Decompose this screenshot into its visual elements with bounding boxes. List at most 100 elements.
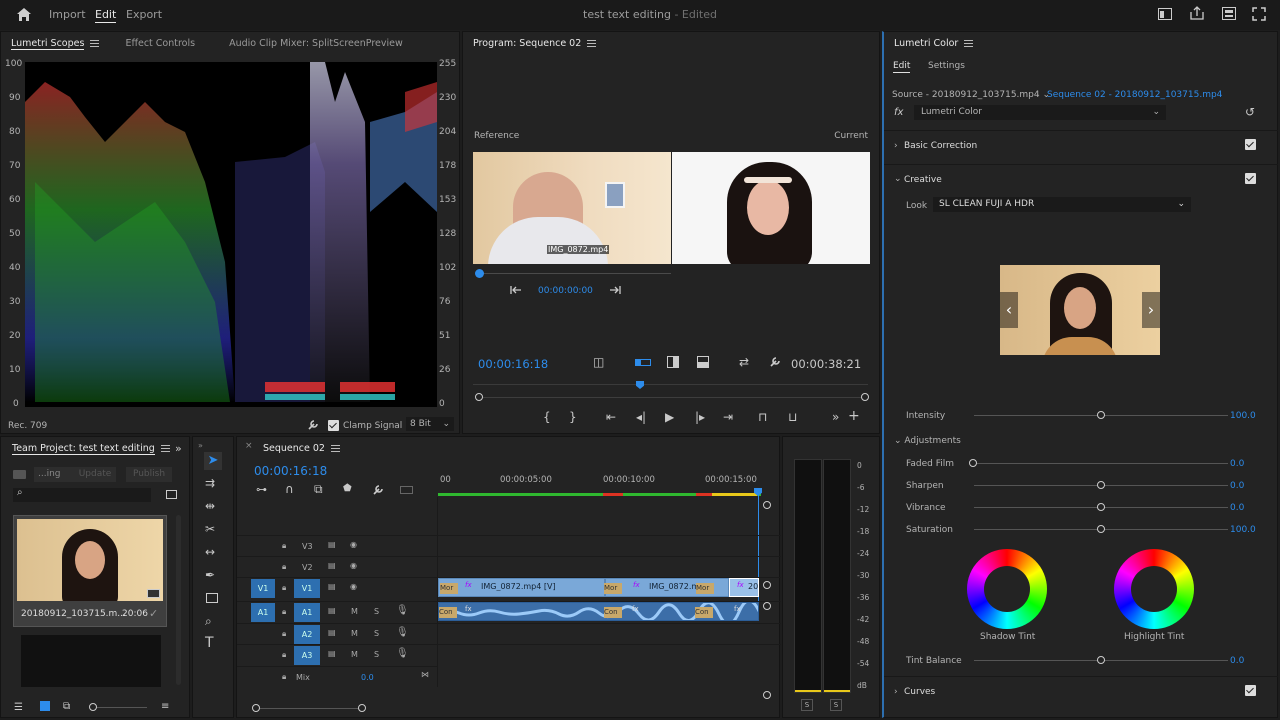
next-look-button[interactable]: › [1142,292,1160,328]
effect-dropdown[interactable]: Lumetri Color ⌄ [914,105,1166,120]
extract-icon[interactable]: ⊔ [788,411,797,423]
solo-button[interactable]: S [374,607,379,616]
step-forward-frame-icon[interactable]: |▸ [695,411,705,423]
project-scrollbar[interactable] [176,515,181,685]
step-back-icon[interactable] [510,285,522,295]
wrench-icon[interactable] [769,356,781,368]
import-menu[interactable]: Import [49,8,86,21]
microphone-icon[interactable]: 🎙︎ [396,627,409,638]
intensity-value[interactable]: 100.0 [1230,411,1256,421]
source-patch-a1[interactable]: A1 [251,603,275,622]
list-view-icon[interactable] [40,701,50,711]
mute-button[interactable]: M [351,650,358,659]
audio-clip[interactable]: Con fx Con fx Con fx [438,602,759,621]
previous-look-button[interactable]: ‹ [1000,292,1018,328]
comparison-view-icon[interactable]: ◫ [593,356,604,368]
tab-lumetri-scopes[interactable]: Lumetri Scopes [1,33,109,55]
faded-film-slider[interactable] [974,463,1228,464]
solo-right-button[interactable]: S [830,699,842,711]
tab-audio-clip-mixer[interactable]: Audio Clip Mixer: SplitScreenPreview [219,33,413,55]
creative-section[interactable]: ⌄ Creative [884,164,1278,194]
highlight-tint-wheel[interactable] [1114,549,1194,629]
insert-sequence-icon[interactable]: ⊶ [256,484,267,496]
intensity-knob[interactable] [1097,411,1105,419]
project-search-input[interactable]: ⌕ [13,487,151,502]
reference-scrub-line[interactable] [478,273,671,274]
mute-button[interactable]: M [351,629,358,638]
step-back-frame-icon[interactable]: ◂| [636,411,646,423]
edit-menu[interactable]: Edit [95,8,117,23]
workspace-icon[interactable] [1158,8,1172,20]
microphone-icon[interactable]: 🎙︎ [396,605,409,616]
bit-depth-dropdown[interactable]: 8 Bit ⌄ [406,417,454,431]
tint-balance-value[interactable]: 0.0 [1230,656,1244,666]
lock-icon[interactable]: 🔒︎ [282,562,286,572]
lock-icon[interactable]: 🔒︎ [282,629,286,639]
swap-sides-icon[interactable]: ⇄ [739,356,749,368]
source-dropdown[interactable]: Source - 20180912_103715.mp4 ⌄ [892,90,1050,100]
toggle-sync-icon[interactable]: ▤ [328,540,336,549]
zoom-handle-right[interactable] [861,393,869,401]
vibrance-value[interactable]: 0.0 [1230,503,1244,513]
curves-section[interactable]: › Curves [884,676,1278,706]
vertical-zoom-handle[interactable] [763,691,771,699]
lock-icon[interactable]: 🔒︎ [282,607,286,617]
add-button-icon[interactable]: + [848,409,860,423]
freeform-view-icon[interactable]: ⧉ [63,701,70,712]
vertical-zoom-handle[interactable] [763,602,771,610]
track-target-a3[interactable]: A3 [294,646,320,665]
reset-icon[interactable]: ↺ [1245,106,1255,118]
look-preview[interactable]: ‹ › [1000,265,1160,355]
menu-icon[interactable] [160,445,170,452]
menu-icon[interactable] [964,40,974,47]
mute-button[interactable]: M [351,607,358,616]
sharpen-value[interactable]: 0.0 [1230,481,1244,491]
mix-value[interactable]: 0.0 [361,673,374,682]
lock-icon[interactable]: 🔒︎ [282,650,286,660]
menu-icon[interactable] [90,40,100,47]
mark-out-icon[interactable]: } [569,411,577,423]
lift-icon[interactable]: ⊓ [758,411,767,423]
timeline-zoom-right[interactable] [358,704,366,712]
faded-film-value[interactable]: 0.0 [1230,459,1244,469]
tab-edit[interactable]: Edit [893,61,911,73]
saturation-knob[interactable] [1097,525,1105,533]
go-to-in-icon[interactable]: ⇤ [606,411,616,423]
lock-icon[interactable]: 🔒︎ [282,541,286,551]
fullscreen-icon[interactable] [1252,7,1266,21]
team-status-button[interactable]: ...ing [34,467,78,482]
selection-tool-icon[interactable]: ➤ [204,452,222,470]
solo-button[interactable]: S [374,629,379,638]
linked-selection-icon[interactable]: ⧉ [314,483,323,495]
shadow-tint-wheel[interactable] [967,549,1047,629]
solo-button[interactable]: S [374,650,379,659]
toggle-sync-icon[interactable]: ▤ [328,582,336,591]
tab-sequence[interactable]: Sequence 02 [237,438,350,460]
more-controls-icon[interactable]: » [832,411,839,423]
home-icon[interactable] [16,7,32,22]
sort-icon[interactable]: ≡ [161,701,169,712]
tab-team-project[interactable]: Team Project: test text editing [1,438,180,460]
thumb-size-slider[interactable] [93,707,147,708]
wrench-icon[interactable] [307,419,319,431]
basic-correction-section[interactable]: › Basic Correction [884,130,1278,160]
video-clip-2[interactable]: Mor fx IMG_0872.m Mor [604,578,729,597]
track-target-a2[interactable]: A2 [294,625,320,644]
type-tool-icon[interactable]: T [205,636,214,650]
track-target-a1[interactable]: A1 [294,603,320,622]
microphone-icon[interactable]: 🎙︎ [396,648,409,659]
basic-correction-checkbox[interactable] [1245,139,1256,150]
program-timecode[interactable]: 00:00:16:18 [478,357,548,371]
share-icon[interactable] [1190,6,1204,20]
tint-balance-knob[interactable] [1097,656,1105,664]
slip-tool-icon[interactable]: ↔ [205,546,215,558]
faded-film-knob[interactable] [969,459,977,467]
video-clip-3[interactable]: fx 20 [729,578,759,597]
captions-icon[interactable] [400,486,413,494]
menu-icon[interactable] [587,40,597,47]
vertical-split-icon[interactable] [667,356,679,368]
time-ruler[interactable]: 00 00:00:05:00 00:00:10:00 00:00:15:00 [438,471,762,497]
saturation-value[interactable]: 100.0 [1230,525,1256,535]
lock-icon[interactable]: 🔒︎ [282,583,286,593]
go-to-end-icon[interactable]: ⋈ [421,670,429,679]
